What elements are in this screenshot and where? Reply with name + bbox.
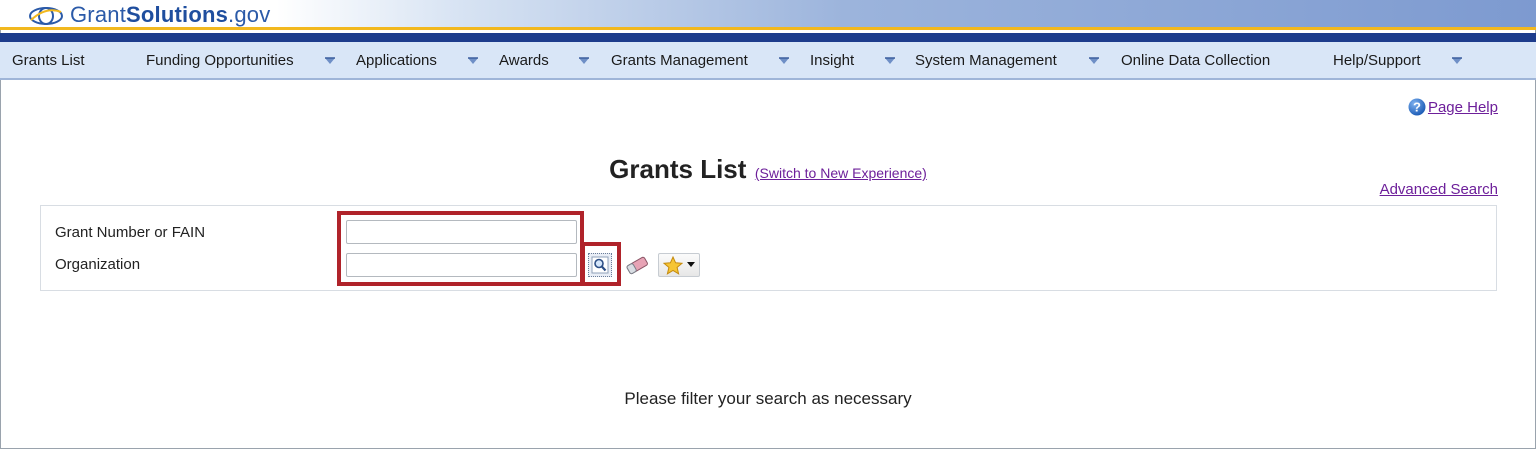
grant-number-label: Grant Number or FAIN: [55, 224, 206, 241]
header-stripe: [0, 33, 1536, 42]
help-icon: ?: [1408, 98, 1426, 116]
chevron-down-icon[interactable]: [778, 56, 790, 66]
input-highlight-box: [337, 211, 584, 286]
nav-item-grants-management[interactable]: Grants Management: [611, 52, 748, 69]
logo-text: GrantSolutions.gov: [70, 2, 271, 27]
chevron-down-icon[interactable]: [884, 56, 896, 66]
chevron-down-icon[interactable]: [324, 56, 336, 66]
eraser-icon: [626, 256, 648, 275]
switch-experience-link[interactable]: (Switch to New Experience): [755, 165, 927, 181]
nav-item-help-support[interactable]: Help/Support: [1333, 52, 1421, 69]
nav-item-applications[interactable]: Applications: [356, 52, 437, 69]
grantsolutions-logo[interactable]: GrantSolutions.gov: [28, 0, 270, 30]
search-button[interactable]: [588, 253, 612, 277]
header-banner: GrantSolutions.gov: [0, 0, 1536, 30]
page-title: Grants List: [609, 154, 747, 184]
nav-item-online-data-collection[interactable]: Online Data Collection: [1121, 52, 1270, 69]
star-icon: [663, 255, 683, 275]
dropdown-caret-icon: [687, 262, 695, 267]
chevron-down-icon[interactable]: [467, 56, 479, 66]
nav-item-grants-list[interactable]: Grants List: [12, 52, 85, 69]
chevron-down-icon[interactable]: [1451, 56, 1463, 66]
logo-swoosh-icon: [29, 7, 63, 25]
page-help[interactable]: ? Page Help: [1408, 98, 1498, 116]
nav-item-funding-opportunities[interactable]: Funding Opportunities: [146, 52, 294, 69]
chevron-down-icon[interactable]: [578, 56, 590, 66]
nav-item-awards[interactable]: Awards: [499, 52, 549, 69]
status-message: Please filter your search as necessary: [624, 389, 912, 408]
svg-text:?: ?: [1413, 100, 1421, 115]
title-row: Grants List (Switch to New Experience): [0, 154, 1536, 185]
main-nav: Grants List Funding Opportunities Applic…: [0, 42, 1536, 80]
clear-button[interactable]: [623, 253, 651, 277]
nav-item-system-management[interactable]: System Management: [915, 52, 1057, 69]
nav-item-insight[interactable]: Insight: [810, 52, 854, 69]
magnifier-icon: [591, 256, 609, 274]
favorites-button[interactable]: [658, 253, 700, 277]
organization-label: Organization: [55, 256, 141, 273]
advanced-search-link[interactable]: Advanced Search: [1380, 181, 1498, 198]
page-help-link[interactable]: Page Help: [1428, 99, 1498, 116]
filter-panel: [40, 205, 1497, 291]
chevron-down-icon[interactable]: [1088, 56, 1100, 66]
